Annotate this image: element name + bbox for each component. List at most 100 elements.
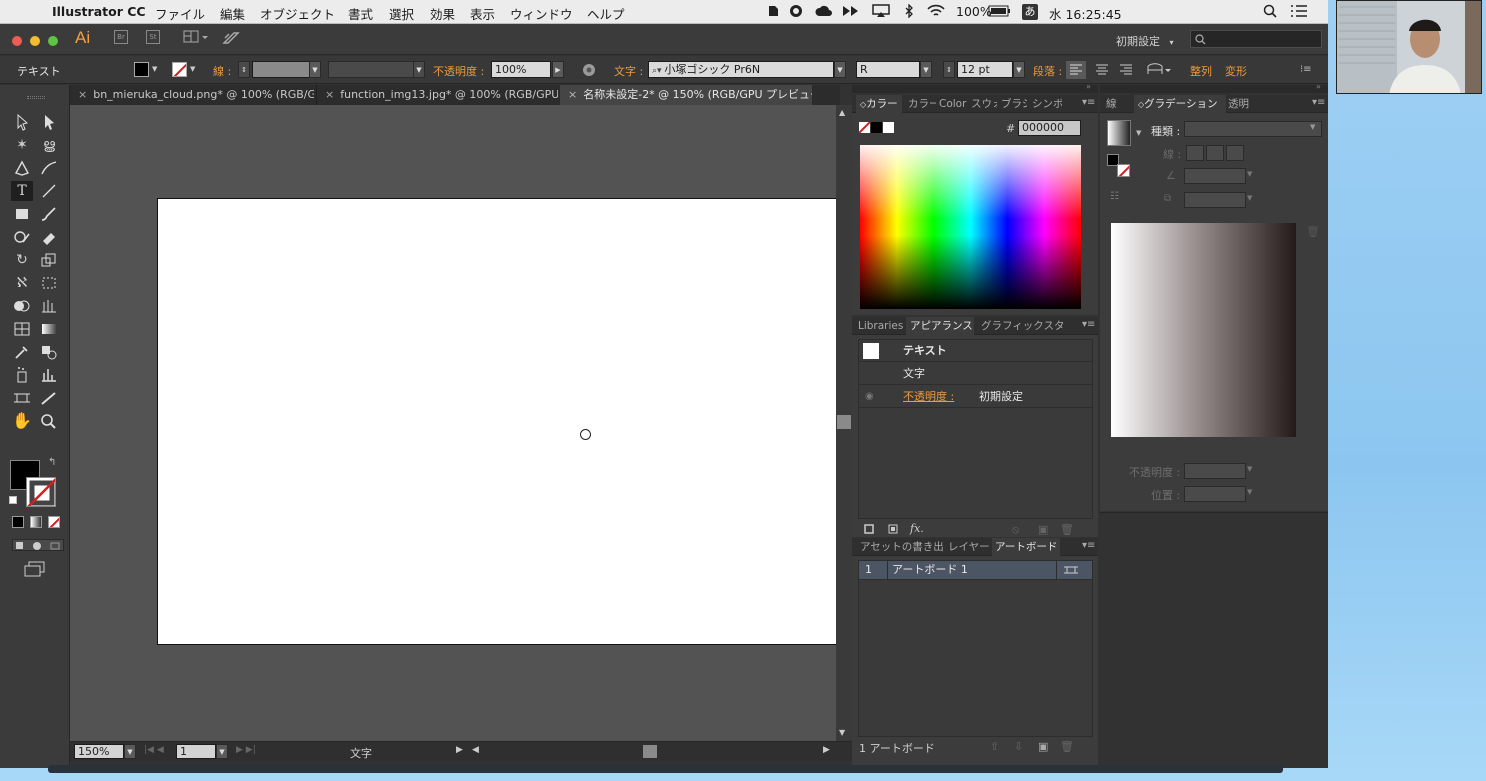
blend-tool-icon[interactable] <box>38 342 60 362</box>
chevron-down-icon[interactable]: ▼ <box>413 61 425 78</box>
stroke-stepper[interactable]: ⇕ <box>238 61 250 78</box>
zoom-tool-icon[interactable] <box>38 411 60 431</box>
chevron-down-icon[interactable]: ▼ <box>1247 170 1252 178</box>
opacity-label[interactable]: 不透明度 : <box>433 63 484 79</box>
chevron-down-icon[interactable]: ▼ <box>1310 123 1315 131</box>
panel-menu-icon[interactable]: ▾≡ <box>1082 97 1095 108</box>
close-icon[interactable]: × <box>325 88 334 101</box>
swap-fill-stroke-icon[interactable]: ↰ <box>48 457 56 468</box>
artboard-list-item[interactable]: 1 アートボード 1 <box>859 561 1092 580</box>
tab-color-themes[interactable]: Color <box>939 95 967 113</box>
scroll-right-icon[interactable]: ▶ <box>823 745 830 755</box>
tab-layers[interactable]: レイヤー <box>948 538 990 556</box>
curvature-tool-icon[interactable] <box>38 158 60 178</box>
artboard-options-icon[interactable] <box>1064 564 1078 576</box>
bluetooth-icon[interactable] <box>904 4 914 18</box>
panel-menu-icon[interactable]: ▾≡ <box>1082 319 1095 330</box>
add-fill-icon[interactable] <box>888 524 898 534</box>
minimize-window-button[interactable] <box>30 36 40 46</box>
document-tab-active[interactable]: × 名称未設定-2* @ 150% (RGB/GPU プレビュー) <box>560 85 812 105</box>
tab-transparency[interactable]: 透明 <box>1228 95 1258 113</box>
canvas-area[interactable] <box>70 105 836 741</box>
chevron-down-icon[interactable]: ▼ <box>309 61 321 78</box>
chevron-down-icon[interactable]: ▼ <box>1247 488 1252 496</box>
perspective-grid-tool-icon[interactable] <box>38 296 60 316</box>
chevron-down-icon[interactable]: ▼ <box>216 744 228 759</box>
fast-forward-icon[interactable] <box>842 4 860 18</box>
status-app-icon[interactable] <box>789 4 803 18</box>
collapse-panels-icon[interactable]: » <box>1086 82 1091 91</box>
stroke-swatch[interactable] <box>172 62 187 77</box>
collapse-panels-icon[interactable]: » <box>1316 82 1321 91</box>
menu-effect[interactable]: 効果 <box>430 4 455 23</box>
chevron-down-icon[interactable]: ▼ <box>1013 61 1025 78</box>
delete-stop-icon[interactable]: 🗑 <box>1306 225 1320 238</box>
slice-tool-icon[interactable] <box>38 388 60 408</box>
menu-type[interactable]: 書式 <box>348 4 373 23</box>
width-tool-icon[interactable]: ℵ <box>11 273 33 293</box>
align-center-icon[interactable] <box>1092 61 1112 79</box>
fill-swatch[interactable] <box>134 62 149 77</box>
variable-width-profile[interactable] <box>328 61 414 78</box>
font-family-field[interactable]: ⌕▾ 小塚ゴシック Pr6N <box>648 61 834 78</box>
scale-tool-icon[interactable] <box>38 250 60 270</box>
scroll-down-icon[interactable]: ▼ <box>839 728 845 737</box>
stroke-gradient-along-icon[interactable] <box>1206 145 1224 161</box>
tab-graphic-styles[interactable]: グラフィックスタ <box>981 317 1071 335</box>
new-artboard-icon[interactable]: ▣ <box>1038 740 1048 753</box>
recolor-artwork-icon[interactable] <box>582 63 596 77</box>
menu-object[interactable]: オブジェクト <box>260 4 335 23</box>
panel-menu-icon[interactable]: ▾≡ <box>1312 97 1325 108</box>
shape-builder-tool-icon[interactable] <box>11 296 33 316</box>
stroke-weight-label[interactable]: 線 : <box>213 63 231 79</box>
chevron-down-icon[interactable]: ▼ <box>834 61 846 78</box>
appearance-opacity-label[interactable]: 不透明度 : <box>903 386 954 408</box>
eraser-tool-icon[interactable] <box>38 227 60 247</box>
tab-artboards[interactable]: アートボード <box>992 538 1060 556</box>
align-left-icon[interactable] <box>1066 61 1086 79</box>
first-artboard-icon[interactable]: |◀ ◀ <box>144 745 164 755</box>
workspace-switcher[interactable]: 初期設定 ▾ <box>1116 33 1174 49</box>
gradient-type-select[interactable] <box>1184 121 1322 137</box>
color-spectrum[interactable] <box>860 145 1081 309</box>
opacity-field[interactable]: 100% <box>491 61 551 78</box>
arrange-documents-icon[interactable] <box>183 30 209 44</box>
evernote-icon[interactable] <box>766 4 780 18</box>
gpu-performance-icon[interactable] <box>222 30 240 44</box>
paintbrush-tool-icon[interactable] <box>38 204 60 224</box>
pen-tool-icon[interactable] <box>11 158 33 178</box>
clear-appearance-icon[interactable]: ⦸ <box>1012 523 1019 537</box>
close-window-button[interactable] <box>12 36 22 46</box>
close-icon[interactable]: × <box>568 88 577 101</box>
line-segment-tool-icon[interactable] <box>38 181 60 201</box>
scroll-up-icon[interactable]: ▲ <box>839 108 845 117</box>
none-color-swatch[interactable] <box>859 122 870 133</box>
tab-brushes[interactable]: ブラシ <box>1001 95 1027 113</box>
menu-app-name[interactable]: Illustrator CC <box>52 4 146 19</box>
tab-appearance[interactable]: アピアランス <box>906 317 974 335</box>
gradient-tool-icon[interactable] <box>38 319 60 339</box>
artboard-number-field[interactable]: 1 <box>176 744 216 759</box>
zoom-level-field[interactable]: 150% <box>74 744 124 759</box>
screen-mode-icon[interactable] <box>24 561 46 577</box>
paragraph-label[interactable]: 段落 : <box>1033 63 1062 79</box>
font-style-field[interactable]: R <box>856 61 920 78</box>
wifi-icon[interactable] <box>927 4 945 18</box>
hex-color-input[interactable]: 000000 <box>1018 120 1081 136</box>
scroll-left-icon[interactable]: ◀ <box>472 745 479 755</box>
none-mode-button[interactable] <box>48 516 60 528</box>
white-color-swatch[interactable] <box>883 122 894 133</box>
text-warp-icon[interactable] <box>1146 62 1172 78</box>
gradient-mode-button[interactable] <box>30 516 42 528</box>
shaper-tool-icon[interactable] <box>11 227 33 247</box>
tab-color-guide[interactable]: カラー <box>908 95 936 113</box>
panel-dock-collapse-bar[interactable]: » <box>852 82 1098 93</box>
stock-icon[interactable]: St <box>146 30 160 44</box>
menu-view[interactable]: 表示 <box>470 4 495 23</box>
help-search-input[interactable] <box>1190 30 1322 48</box>
gradient-opacity-field[interactable] <box>1184 463 1246 479</box>
artboard[interactable] <box>157 198 836 645</box>
appearance-row-opacity[interactable]: ◉ 不透明度 : 初期設定 <box>859 386 1092 408</box>
tab-stroke[interactable]: 線 <box>1106 95 1122 113</box>
rectangle-tool-icon[interactable] <box>11 204 33 224</box>
